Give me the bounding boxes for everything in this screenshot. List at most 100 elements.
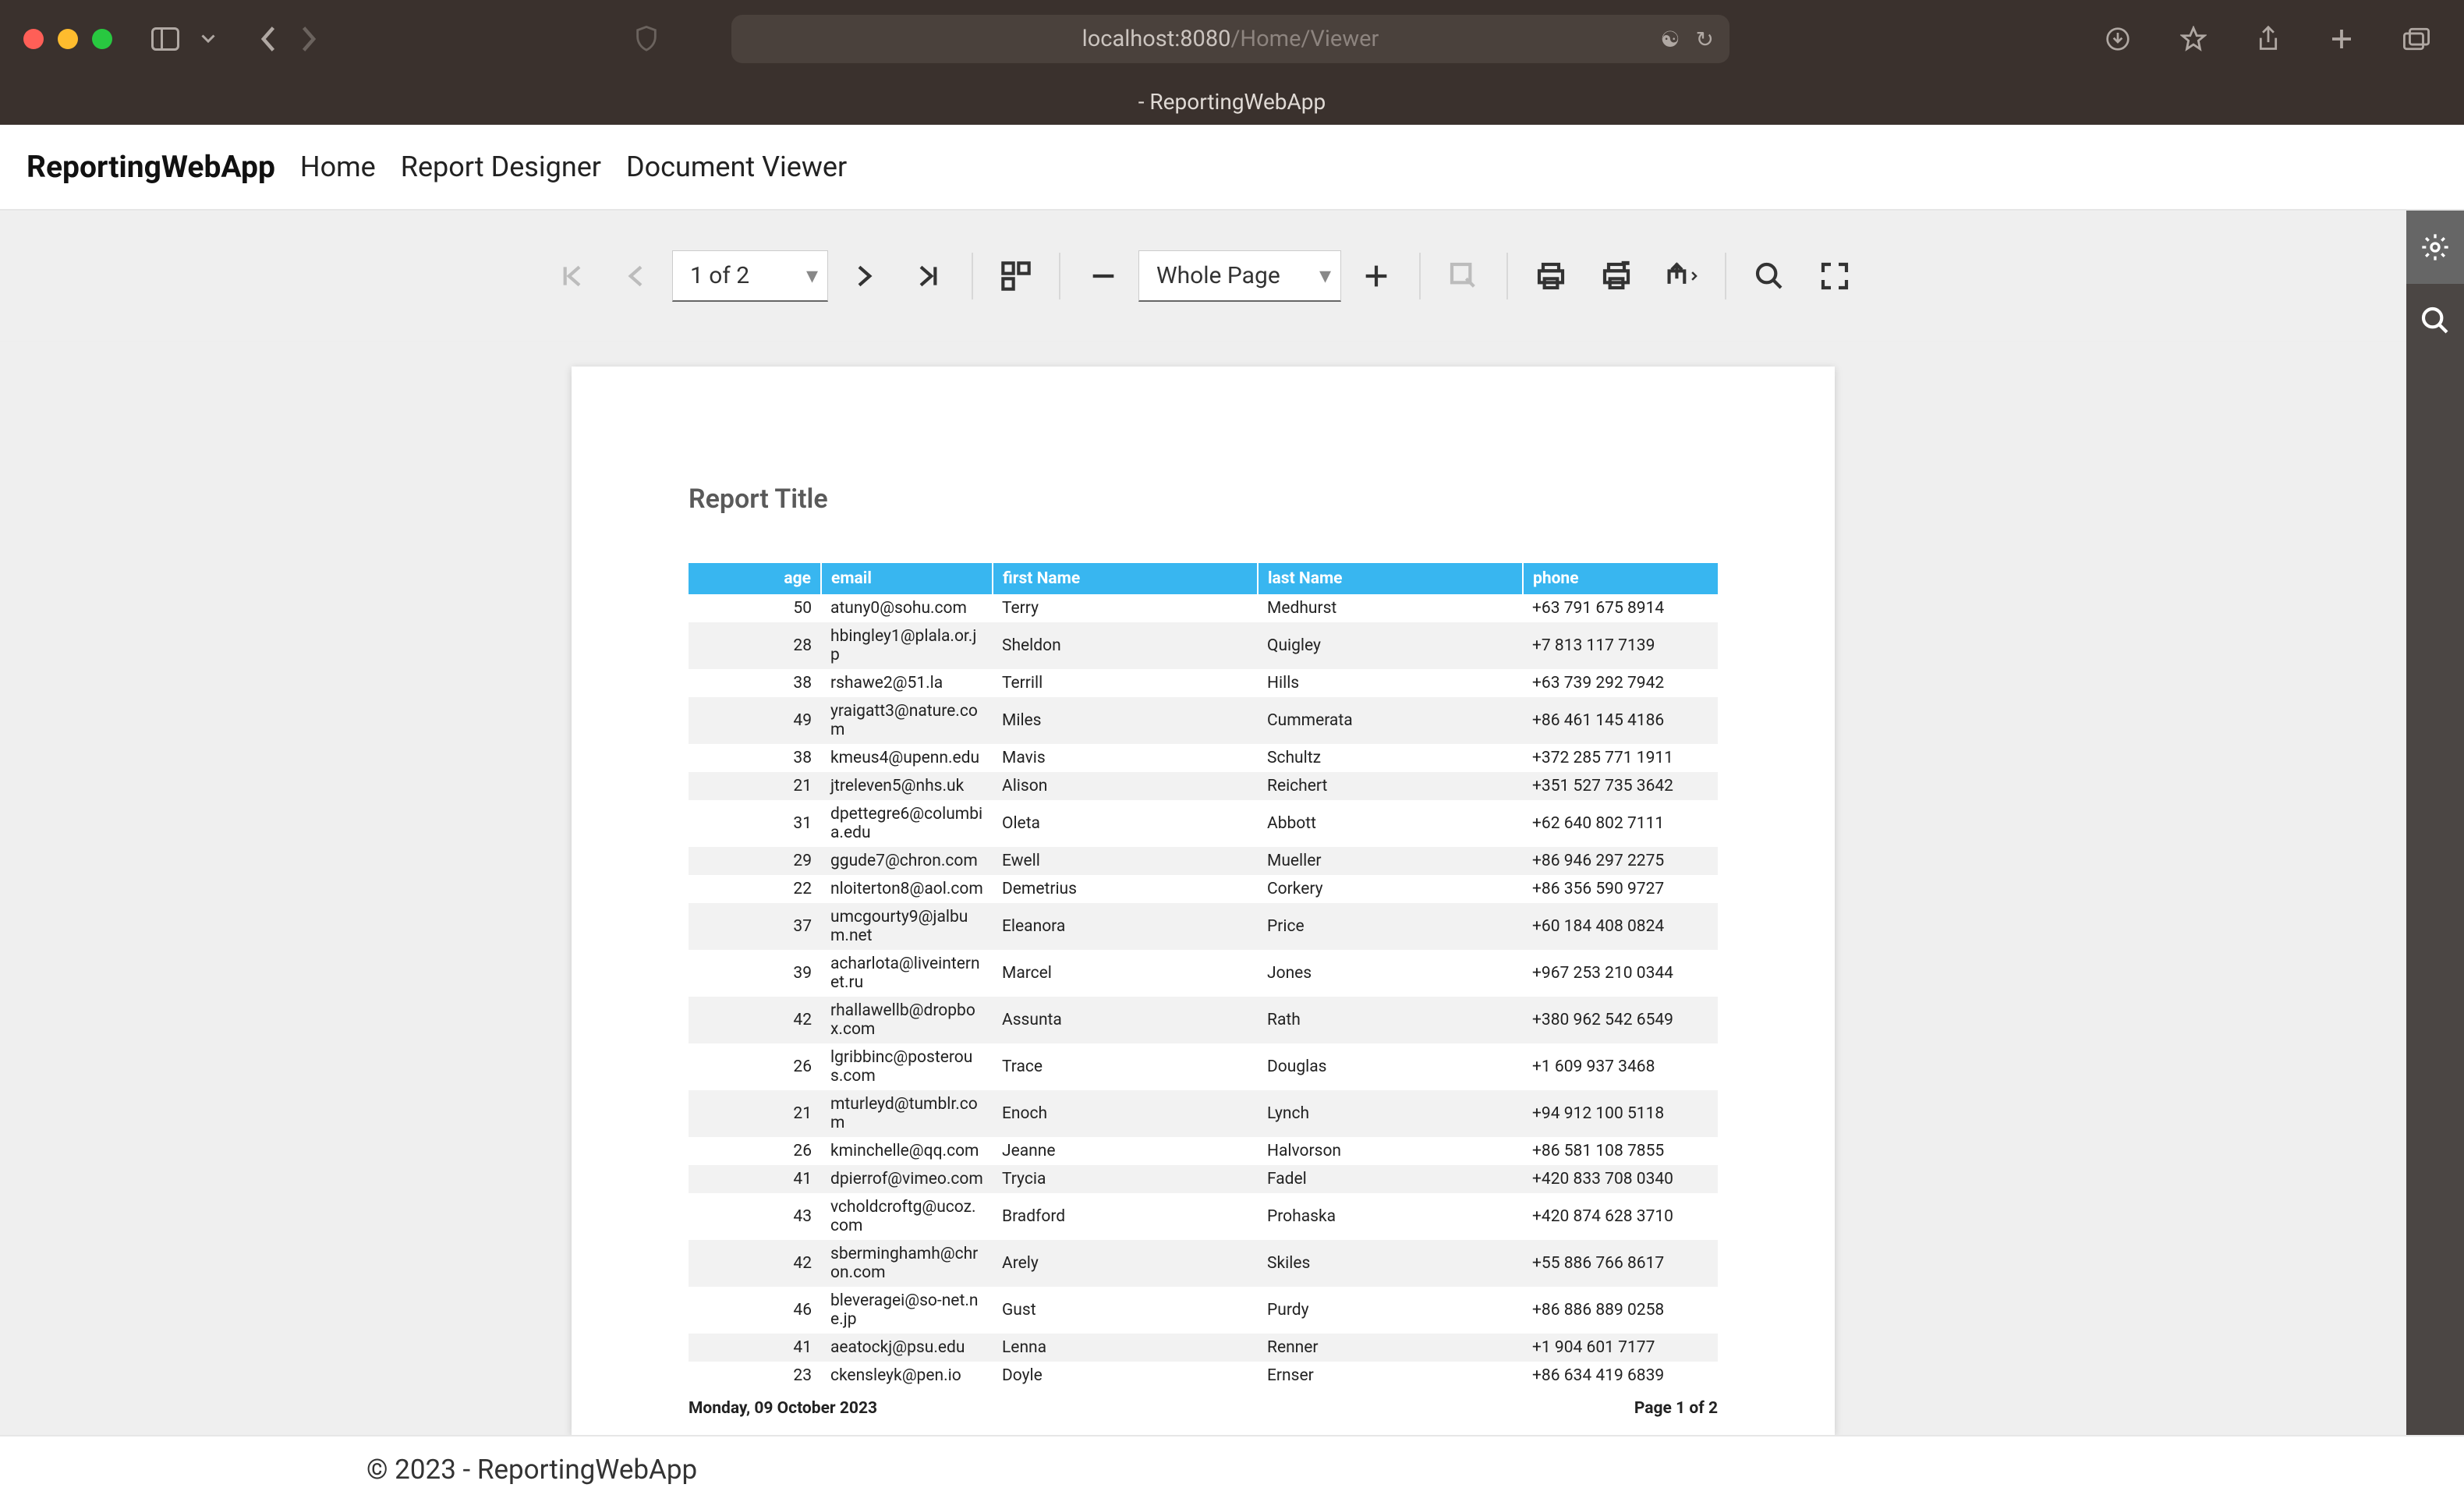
table-row: 41dpierrof@vimeo.comTryciaFadel+420 833 … bbox=[689, 1165, 1718, 1193]
cell-first-name: Lenna bbox=[993, 1334, 1258, 1362]
cell-last-name: Hills bbox=[1258, 669, 1523, 697]
zoom-in-button[interactable] bbox=[1346, 246, 1407, 306]
page-footer: © 2023 - ReportingWebApp bbox=[0, 1435, 2464, 1502]
nav-link-home[interactable]: Home bbox=[300, 151, 376, 183]
table-row: 42rhallawellb@dropbox.comAssuntaRath+380… bbox=[689, 997, 1718, 1043]
cell-age: 37 bbox=[689, 903, 821, 950]
cell-phone: +1 609 937 3468 bbox=[1523, 1043, 1718, 1090]
highlight-edit-button bbox=[1433, 246, 1494, 306]
table-row: 21jtreleven5@nhs.ukAlisonReichert+351 52… bbox=[689, 772, 1718, 800]
cell-phone: +372 285 771 1911 bbox=[1523, 744, 1718, 772]
cell-first-name: Mavis bbox=[993, 744, 1258, 772]
cell-age: 23 bbox=[689, 1362, 821, 1390]
window-minimize-button[interactable] bbox=[58, 29, 78, 49]
bookmark-icon[interactable] bbox=[2169, 19, 2218, 58]
cell-age: 41 bbox=[689, 1334, 821, 1362]
cell-email: hbingley1@plala.or.jp bbox=[821, 622, 993, 669]
new-tab-icon[interactable] bbox=[2319, 19, 2364, 58]
search-button[interactable] bbox=[1739, 246, 1800, 306]
zoom-select[interactable]: Whole Page ▾ bbox=[1138, 250, 1341, 302]
toolbar-separator bbox=[1725, 253, 1726, 299]
window-zoom-button[interactable] bbox=[92, 29, 112, 49]
nav-link-document-viewer[interactable]: Document Viewer bbox=[626, 151, 847, 183]
cell-last-name: Quigley bbox=[1258, 622, 1523, 669]
sidebar-toggle-icon[interactable] bbox=[140, 19, 190, 58]
col-age: age bbox=[689, 563, 821, 594]
browser-tab-title[interactable]: - ReportingWebApp bbox=[0, 78, 2464, 125]
side-tab-settings[interactable] bbox=[2406, 211, 2464, 284]
cell-age: 31 bbox=[689, 800, 821, 847]
cell-phone: +420 874 628 3710 bbox=[1523, 1193, 1718, 1240]
cell-email: dpierrof@vimeo.com bbox=[821, 1165, 993, 1193]
table-row: 26lgribbinc@posterous.comTraceDouglas+1 … bbox=[689, 1043, 1718, 1090]
zoom-text: Whole Page bbox=[1156, 262, 1280, 289]
multipage-toggle-button[interactable] bbox=[986, 246, 1046, 306]
cell-last-name: Price bbox=[1258, 903, 1523, 950]
table-row: 29ggude7@chron.comEwellMueller+86 946 29… bbox=[689, 847, 1718, 875]
cell-last-name: Purdy bbox=[1258, 1287, 1523, 1334]
table-row: 39acharlota@liveinternet.ruMarcelJones+9… bbox=[689, 950, 1718, 997]
viewer-area: 1 of 2 ▾ Whole Page ▾ bbox=[0, 211, 2464, 1435]
window-close-button[interactable] bbox=[23, 29, 44, 49]
cell-last-name: Mueller bbox=[1258, 847, 1523, 875]
viewer-toolbar: 1 of 2 ▾ Whole Page ▾ bbox=[0, 211, 2406, 342]
cell-email: rhallawellb@dropbox.com bbox=[821, 997, 993, 1043]
cell-email: aeatockj@psu.edu bbox=[821, 1334, 993, 1362]
translate-icon[interactable]: ☯ bbox=[1660, 27, 1680, 52]
cell-email: nloiterton8@aol.com bbox=[821, 875, 993, 903]
cell-phone: +60 184 408 0824 bbox=[1523, 903, 1718, 950]
cell-last-name: Halvorson bbox=[1258, 1137, 1523, 1165]
cell-phone: +86 946 297 2275 bbox=[1523, 847, 1718, 875]
print-page-button[interactable] bbox=[1586, 246, 1647, 306]
page-number-input[interactable]: 1 of 2 ▾ bbox=[672, 250, 828, 302]
downloads-icon[interactable] bbox=[2094, 19, 2141, 58]
tabs-overview-icon[interactable] bbox=[2392, 19, 2441, 58]
report-canvas[interactable]: Report Title age email first Name last N… bbox=[0, 342, 2406, 1435]
cell-age: 21 bbox=[689, 772, 821, 800]
col-last-name: last Name bbox=[1258, 563, 1523, 594]
cell-email: umcgourty9@jalbum.net bbox=[821, 903, 993, 950]
cell-first-name: Ewell bbox=[993, 847, 1258, 875]
table-row: 38rshawe2@51.laTerrillHills+63 739 292 7… bbox=[689, 669, 1718, 697]
print-button[interactable] bbox=[1521, 246, 1581, 306]
back-button[interactable] bbox=[250, 19, 289, 58]
cell-email: bleveragei@so-net.ne.jp bbox=[821, 1287, 993, 1334]
page-number-text: 1 of 2 bbox=[690, 262, 749, 289]
col-phone: phone bbox=[1523, 563, 1718, 594]
address-bar[interactable]: localhost:8080/Home/Viewer ☯ ↻ bbox=[731, 15, 1729, 63]
table-row: 41aeatockj@psu.eduLennaRenner+1 904 601 … bbox=[689, 1334, 1718, 1362]
browser-top-bar: localhost:8080/Home/Viewer ☯ ↻ bbox=[0, 0, 2464, 78]
cell-age: 42 bbox=[689, 997, 821, 1043]
cell-first-name: Enoch bbox=[993, 1090, 1258, 1137]
chevron-down-icon[interactable] bbox=[190, 19, 226, 58]
last-page-button[interactable] bbox=[898, 246, 959, 306]
table-row: 23ckensleyk@pen.ioDoyleErnser+86 634 419… bbox=[689, 1362, 1718, 1390]
cell-email: lgribbinc@posterous.com bbox=[821, 1043, 993, 1090]
nav-link-report-designer[interactable]: Report Designer bbox=[401, 151, 601, 183]
cell-last-name: Lynch bbox=[1258, 1090, 1523, 1137]
first-page-button bbox=[541, 246, 602, 306]
report-footer-page: Page 1 of 2 bbox=[1634, 1399, 1718, 1418]
cell-email: yraigatt3@nature.com bbox=[821, 697, 993, 744]
cell-email: mturleyd@tumblr.com bbox=[821, 1090, 993, 1137]
cell-last-name: Fadel bbox=[1258, 1165, 1523, 1193]
cell-age: 22 bbox=[689, 875, 821, 903]
brand-logo[interactable]: ReportingWebApp bbox=[27, 149, 275, 185]
report-footer-date: Monday, 09 October 2023 bbox=[689, 1399, 877, 1418]
cell-phone: +380 962 542 6549 bbox=[1523, 997, 1718, 1043]
cell-first-name: Miles bbox=[993, 697, 1258, 744]
next-page-button[interactable] bbox=[833, 246, 894, 306]
browser-chrome: localhost:8080/Home/Viewer ☯ ↻ - R bbox=[0, 0, 2464, 125]
side-tab-search[interactable] bbox=[2406, 284, 2464, 357]
cell-phone: +420 833 708 0340 bbox=[1523, 1165, 1718, 1193]
cell-last-name: Ernser bbox=[1258, 1362, 1523, 1390]
share-icon[interactable] bbox=[2246, 19, 2291, 58]
reload-icon[interactable]: ↻ bbox=[1696, 27, 1714, 52]
export-button[interactable] bbox=[1652, 246, 1712, 306]
cell-phone: +86 356 590 9727 bbox=[1523, 875, 1718, 903]
zoom-out-button[interactable] bbox=[1073, 246, 1134, 306]
cell-first-name: Oleta bbox=[993, 800, 1258, 847]
shield-icon[interactable] bbox=[624, 19, 669, 58]
cell-first-name: Marcel bbox=[993, 950, 1258, 997]
fullscreen-button[interactable] bbox=[1804, 246, 1865, 306]
